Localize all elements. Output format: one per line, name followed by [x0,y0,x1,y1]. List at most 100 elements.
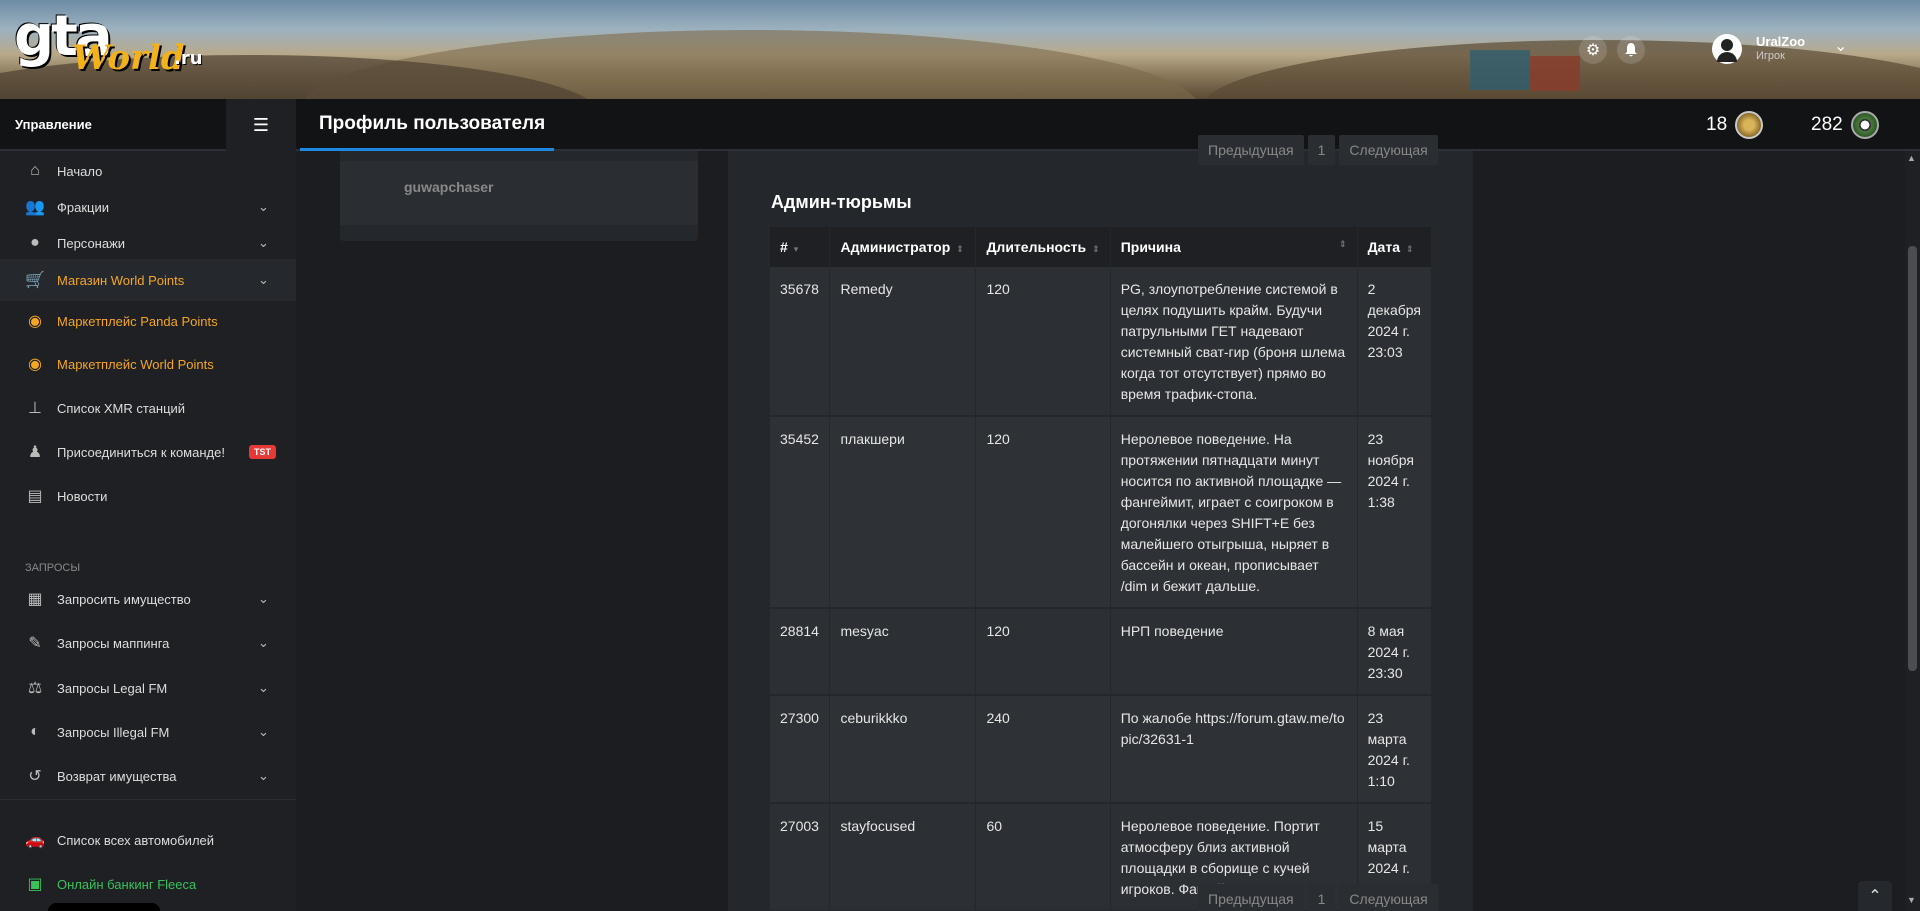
cell-id: 28814 [770,608,831,696]
sidebar-item-illegal-fm[interactable]: ◐ Запросы Illegal FM ⌄ [0,712,296,752]
sidebar-section-requests: Запросы [25,562,81,574]
user-role: Игрок [1756,50,1785,62]
cell-reason: Неролевое поведение. На протяжении пятна… [1110,416,1358,609]
cell-admin: ceburikkko [829,695,977,804]
sort-icon: ⇕ [1092,244,1100,254]
cell-duration: 240 [975,695,1111,804]
cell-duration: 120 [975,416,1111,609]
score-points: 282 [1811,111,1879,139]
scrollbar-thumb[interactable] [1908,246,1917,671]
column-header-date[interactable]: Дата ⇕ [1357,227,1433,267]
pager-prev-button[interactable]: Предыдущая [1198,135,1304,165]
chevron-down-icon: ⌄ [258,272,269,287]
chevron-down-icon: ⌄ [258,724,269,739]
back-to-top-button[interactable]: ⌃ [1858,881,1892,911]
site-logo[interactable]: gta World .ru [14,4,203,82]
cell-id: 35678 [770,267,831,417]
section-title: Админ-тюрьмы [771,192,912,212]
tst-badge: TST [249,445,276,459]
pager-next-button[interactable]: Следующая [1339,135,1438,165]
points-count: 282 [1811,114,1843,135]
cell-date: 23 ноября 2024 г. 1:38 [1357,416,1433,609]
cell-reason: PG, злоупотребление системой в целях под… [1110,267,1358,417]
coins-icon: ◉ [28,356,42,373]
sidebar-item-mapping[interactable]: ✎ Запросы маппинга ⌄ [0,623,296,663]
sidebar-item-shop[interactable]: 🛒 Магазин World Points ⌄ [0,259,296,301]
sort-icon: ⇕ [1405,244,1414,254]
menu-toggle-icon[interactable]: ☰ [226,99,296,151]
profile-name: guwapchaser [404,179,494,195]
antenna-icon: ⊥ [28,400,42,417]
pager-page-button[interactable]: 1 [1307,135,1336,165]
column-header-reason[interactable]: Причина ⇕ [1110,227,1358,267]
page-scrollbar[interactable]: ▲ ▼ [1905,151,1920,911]
sidebar-item-legal-fm[interactable]: ⚖ Запросы Legal FM ⌄ [0,668,296,708]
pager-next-button[interactable]: Следующая [1339,884,1438,911]
user-icon: ● [30,234,40,251]
scroll-down-icon[interactable]: ▼ [1907,895,1916,905]
table-row: 27300 ceburikkko 240 По жалобе https://f… [770,695,1433,804]
sidebar-header-label: Управление [15,117,92,132]
sidebar-item-characters[interactable]: ● Персонажи ⌄ [0,223,296,263]
scroll-up-icon[interactable]: ▲ [1907,153,1916,163]
sidebar-item-vehicles[interactable]: 🚗 Список всех автомобилей [0,820,296,860]
profile-card: guwapchaser [340,151,698,241]
cell-duration: 120 [975,608,1111,696]
mask-icon: ◐ [30,723,40,740]
sidebar-divider [0,799,296,800]
sidebar-item-property-return[interactable]: ↺ Возврат имущества ⌄ [0,756,296,796]
cart-icon: 🛒 [25,272,45,289]
admin-jail-table: # ▾ Администратор ⇕ Длительность ⇕ Причина ⇕… [770,227,1433,911]
user-tie-icon: ♟ [27,444,43,461]
column-header-id[interactable]: # ▾ [770,227,831,267]
sidebar: ⌂ Начало 👥 Фракции ⌄ ● Персонажи ⌄ 🛒 Маг… [0,151,296,911]
rank-count: 18 [1706,114,1728,135]
sidebar-item-panda-market[interactable]: ◉ Маркетплейс Panda Points [0,301,296,341]
cell-admin: Remedy [829,267,977,417]
sidebar-item-factions[interactable]: 👥 Фракции ⌄ [0,187,296,227]
cell-admin: mesyac [829,608,977,696]
pagination-top: Предыдущая 1 Следующая [1198,135,1438,165]
cell-date: 23 марта 2024 г. 1:10 [1357,695,1433,804]
chevron-down-icon: ⌄ [258,235,269,250]
sort-icon: ▾ [793,244,799,254]
cell-id: 35452 [770,416,831,609]
brush-icon: ✎ [28,635,42,652]
sidebar-item-request-property[interactable]: ▦ Запросить имущество ⌄ [0,579,296,619]
building-icon: ▦ [27,591,43,608]
sidebar-item-join-team[interactable]: ♟ Присоединиться к команде! TST [0,432,296,472]
pager-page-button[interactable]: 1 [1307,884,1336,911]
cell-id: 27300 [770,695,831,804]
panda-coin-icon [1850,111,1879,139]
chevron-down-icon: ⌄ [258,680,269,695]
top-bar: Управление ☰ Профиль пользователя 18 282 [0,99,1920,151]
column-header-duration[interactable]: Длительность ⇕ [975,227,1111,267]
chevron-down-icon: ⌄ [258,768,269,783]
admin-jail-panel: Предыдущая 1 Следующая Админ-тюрьмы # ▾ А… [728,135,1473,911]
pagination-bottom: Предыдущая 1 Следующая [1198,884,1438,911]
sidebar-item-banking[interactable]: ▣ Онлайн банкинг Fleeca [0,864,296,904]
cell-duration: 60 [975,803,1111,911]
main-content: guwapchaser Предыдущая 1 Следующая Админ… [296,135,1905,911]
column-header-admin[interactable]: Администратор ⇕ [829,227,977,267]
sidebar-item-world-market[interactable]: ◉ Маркетплейс World Points [0,344,296,384]
cell-date: 2 декабря 2024 г. 23:03 [1357,267,1433,417]
bell-icon[interactable] [1617,36,1645,64]
table-row: 28814 mesyac 120 НРП поведение 8 мая 202… [770,608,1433,696]
user-name: UralZoo [1756,34,1806,49]
sidebar-item-xmr[interactable]: ⊥ Список XMR станций [0,388,296,428]
chevron-down-icon[interactable]: ⌄ [1834,36,1847,56]
user-menu[interactable]: UralZoo Игрок ⌄ [1712,30,1862,70]
cell-date: 8 мая 2024 г. 23:30 [1357,608,1433,696]
chevron-down-icon: ⌄ [258,591,269,606]
newspaper-icon: ▤ [27,488,43,505]
sidebar-bottom-handle [48,903,160,911]
cell-reason: НРП поведение [1110,608,1358,696]
gear-icon[interactable]: ⚙ [1579,36,1607,64]
profile-card-row: guwapchaser [340,161,698,225]
sidebar-item-home[interactable]: ⌂ Начало [0,151,296,191]
home-icon: ⌂ [30,162,40,179]
pager-prev-button[interactable]: Предыдущая [1198,884,1304,911]
sidebar-item-news[interactable]: ▤ Новости [0,476,296,516]
score-rank: 18 [1706,111,1764,139]
